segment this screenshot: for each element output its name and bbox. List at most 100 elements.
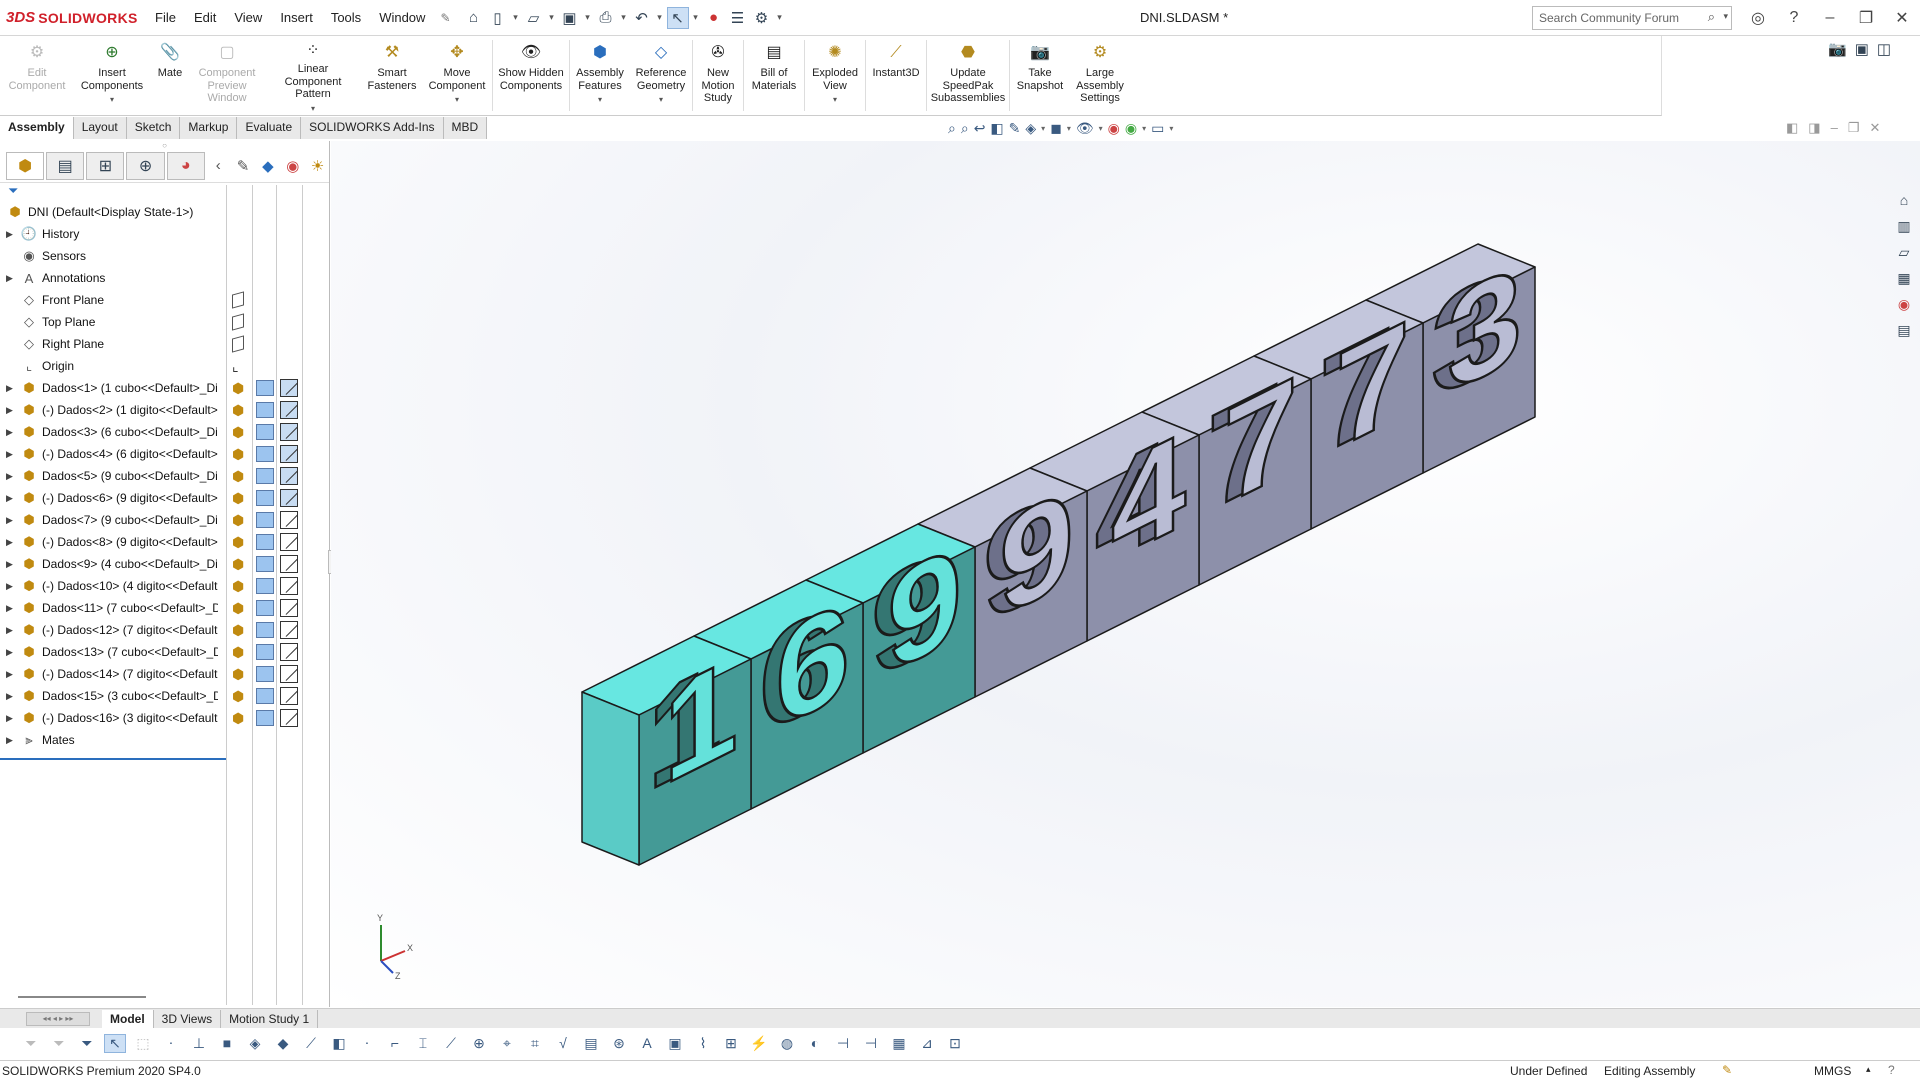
new-document-icon[interactable]: ▯	[487, 7, 509, 29]
tree-item-component[interactable]: ▶ ⬢ Dados<15> (3 cubo<<Default>_D ⬢	[0, 685, 330, 707]
pencil-icon[interactable]: ✎	[232, 157, 255, 175]
display-state-icon[interactable]	[256, 380, 274, 396]
print-icon[interactable]: ⎙	[595, 7, 617, 29]
units-selector[interactable]: MMGS	[1814, 1064, 1851, 1078]
tree-item-component[interactable]: ▶ ⬢ (-) Dados<14> (7 digito<<Default ⬢	[0, 663, 330, 685]
tree-root-assembly[interactable]: ⬢ DNI (Default<Display State-1>)	[0, 201, 330, 223]
expand-arrow-icon[interactable]: ▶	[6, 625, 20, 636]
filter-toggle-icon[interactable]: ⏷	[20, 1035, 42, 1052]
linear-pattern-button[interactable]: ⁘ Linear Component Pattern ▾	[264, 36, 362, 115]
display-state-icon[interactable]	[256, 468, 274, 484]
filter-icon[interactable]: ⏷	[0, 183, 329, 201]
part-config-icon[interactable]: ⬢	[232, 666, 244, 683]
display-state-icon[interactable]	[256, 578, 274, 594]
display-state-icon[interactable]	[256, 710, 274, 726]
tab-3d-views[interactable]: 3D Views	[154, 1009, 222, 1028]
expand-arrow-icon[interactable]: ▶	[6, 647, 20, 658]
file-properties-icon[interactable]: ☰	[727, 7, 749, 29]
options-dropdown-icon[interactable]: ▾	[775, 12, 785, 23]
feature-tree-tab-icon[interactable]: ⬢	[6, 151, 45, 180]
chevron-down-icon[interactable]: ▾	[311, 103, 315, 116]
viewport-restore-icon[interactable]: ❐	[1848, 120, 1860, 136]
search-community-input[interactable]: Search Community Forum ⌕ ▾	[1532, 6, 1732, 30]
appearance-swatch-icon[interactable]	[280, 467, 298, 485]
tree-item-component[interactable]: ▶ ⬢ (-) Dados<6> (9 digito<<Default> ⬢	[0, 487, 330, 509]
display-state-icon[interactable]	[256, 644, 274, 660]
expand-arrow-icon[interactable]: ▶	[6, 713, 20, 724]
tree-item-component[interactable]: ▶ ⬢ (-) Dados<16> (3 digito<<Default ⬢	[0, 707, 330, 729]
undo-dropdown-icon[interactable]: ▾	[655, 12, 665, 23]
help-icon[interactable]: ?	[1776, 9, 1812, 27]
viewport-minimize-icon[interactable]: –	[1831, 120, 1838, 136]
update-speedpak-button[interactable]: ⬣ Update SpeedPak Subassemblies	[927, 36, 1009, 115]
split-right-icon[interactable]: ◨	[1808, 120, 1820, 136]
appearance-swatch-icon[interactable]	[280, 709, 298, 727]
part-config-icon[interactable]: ⬢	[232, 578, 244, 595]
appearances-icon[interactable]: ◉	[1893, 294, 1915, 314]
tree-item-sensors[interactable]: ◉ Sensors	[0, 245, 330, 267]
expand-arrow-icon[interactable]: ▶	[6, 383, 20, 394]
render-icon[interactable]: ▣	[1855, 40, 1869, 58]
tab-scroll-arrows[interactable]: ◂◂ ◂ ▸ ▸▸	[26, 1011, 90, 1026]
filter-mesh-icon[interactable]: ⊿	[916, 1035, 938, 1052]
expand-arrow-icon[interactable]: ▶	[6, 493, 20, 504]
display-state-icon[interactable]	[256, 446, 274, 462]
expand-arrow-icon[interactable]: ▶	[6, 603, 20, 614]
filter-dimensions-icon[interactable]: ⌖	[496, 1035, 518, 1052]
menu-view[interactable]: View	[225, 10, 271, 25]
expand-arrow-icon[interactable]: ▶	[6, 229, 20, 240]
appearance-swatch-icon[interactable]	[280, 445, 298, 463]
horizontal-scrollbar[interactable]	[18, 996, 146, 998]
cube-icon[interactable]: ◆	[256, 157, 279, 175]
appearance-swatch-icon[interactable]	[280, 423, 298, 441]
account-icon[interactable]: ◎	[1740, 8, 1776, 28]
expand-arrow-icon[interactable]: ▶	[6, 735, 20, 746]
take-snapshot-button[interactable]: 📷 Take Snapshot	[1010, 36, 1070, 115]
chevron-down-icon[interactable]: ▾	[833, 94, 837, 107]
display-state-icon[interactable]	[256, 556, 274, 572]
show-hidden-button[interactable]: 👁 Show Hidden Components	[493, 36, 569, 115]
insert-components-button[interactable]: ⊕ Insert Components ▾	[74, 36, 150, 115]
filter-surface-finish-icon[interactable]: √	[552, 1035, 574, 1051]
select-arrow-icon[interactable]: ↖	[104, 1033, 126, 1053]
help-icon[interactable]: ?	[1888, 1063, 1895, 1077]
filter-weld-bead-icon[interactable]: ⊣	[860, 1035, 882, 1052]
tree-item-component[interactable]: ▶ ⬢ (-) Dados<2> (1 digito<<Default> ⬢	[0, 399, 330, 421]
select-icon[interactable]: ↖	[666, 6, 689, 29]
tab-model[interactable]: Model	[102, 1009, 154, 1028]
part-config-icon[interactable]: ⬢	[232, 688, 244, 705]
filter-misc-icon[interactable]: ⊡	[944, 1035, 966, 1052]
expand-arrow-icon[interactable]: ▶	[6, 537, 20, 548]
close-icon[interactable]: ✕	[1884, 8, 1920, 28]
display-state-icon[interactable]	[256, 688, 274, 704]
section-view-icon[interactable]: ◧	[990, 120, 1003, 137]
view-settings-icon[interactable]: ▭	[1151, 120, 1164, 137]
part-config-icon[interactable]: ⬢	[232, 468, 244, 485]
tree-item-component[interactable]: ▶ ⬢ Dados<9> (4 cubo<<Default>_Di ⬢	[0, 553, 330, 575]
save-icon[interactable]: ▣	[559, 7, 581, 29]
property-manager-tab-icon[interactable]: ▤	[46, 151, 85, 180]
minimize-icon[interactable]: –	[1812, 9, 1848, 27]
display-state-icon[interactable]	[256, 666, 274, 682]
part-config-icon[interactable]: ⬢	[232, 424, 244, 441]
tree-item-origin[interactable]: ⌞ Origin ⌞	[0, 355, 330, 377]
part-config-icon[interactable]: ⬢	[232, 600, 244, 617]
chevron-up-icon[interactable]: ▴	[1866, 1064, 1871, 1075]
tree-item-front-plane[interactable]: ◇ Front Plane	[0, 289, 330, 311]
options-gear-icon[interactable]: ⚙	[751, 7, 773, 29]
select-dropdown-icon[interactable]: ▾	[691, 12, 701, 23]
part-config-icon[interactable]: ⬢	[232, 644, 244, 661]
camera-icon[interactable]: 📷	[1828, 40, 1847, 58]
tree-item-component[interactable]: ▶ ⬢ Dados<1> (1 cubo<<Default>_Di ⬢	[0, 377, 330, 399]
display-state-icon[interactable]	[256, 622, 274, 638]
tab-layout[interactable]: Layout	[74, 117, 127, 139]
reference-geometry-button[interactable]: ◇ Reference Geometry ▾	[630, 36, 692, 115]
instant3d-button[interactable]: ⟋ Instant3D	[866, 36, 926, 115]
display-state-icon[interactable]	[256, 512, 274, 528]
hide-show-items-icon[interactable]: 👁	[1076, 120, 1094, 137]
part-config-icon[interactable]: ⬢	[232, 446, 244, 463]
tree-item-component[interactable]: ▶ ⬢ (-) Dados<10> (4 digito<<Default ⬢	[0, 575, 330, 597]
part-config-icon[interactable]: ⬢	[232, 380, 244, 397]
part-config-icon[interactable]: ⬢	[232, 622, 244, 639]
expand-arrow-icon[interactable]: ▶	[6, 273, 20, 284]
